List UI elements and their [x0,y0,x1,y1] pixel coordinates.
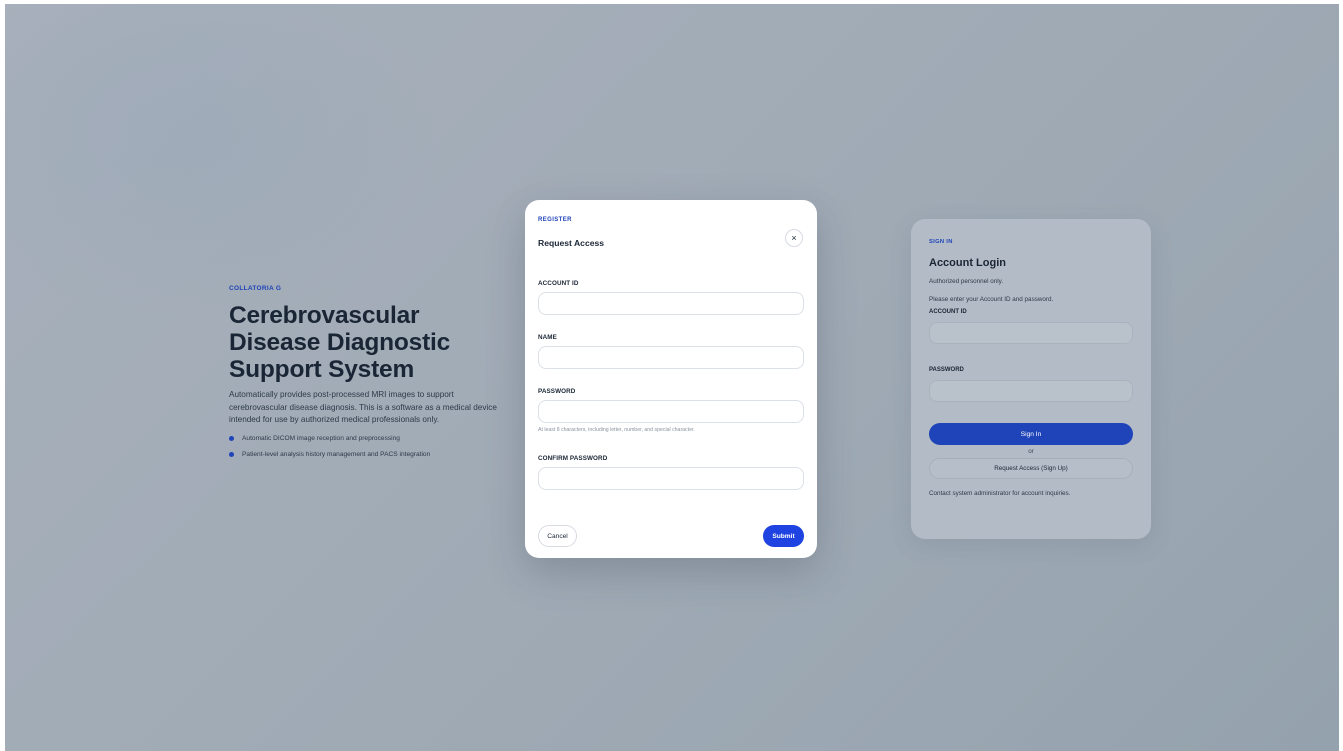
name-label: NAME [538,334,557,341]
password-input[interactable] [538,400,804,423]
modal-title: Request Access [538,238,605,248]
field-account-id: ACCOUNT ID [538,280,804,315]
hero-title: Cerebrovascular Disease Diagnostic Suppo… [229,302,451,383]
login-password-label: PASSWORD [929,367,964,373]
password-help-text: At least 8 characters, including letter,… [538,427,695,433]
modal-kicker: REGISTER [538,217,572,223]
account-id-label: ACCOUNT ID [538,280,579,287]
login-account-label: ACCOUNT ID [929,309,967,315]
submit-button[interactable]: Submit [763,525,804,547]
request-access-button[interactable]: Request Access (Sign Up) [929,458,1133,479]
field-name: NAME [538,334,804,369]
login-title: Account Login [929,257,1006,269]
close-icon[interactable]: × [785,229,803,247]
feature-text: Automatic DICOM image reception and prep… [242,434,400,442]
feature-item: Automatic DICOM image reception and prep… [229,435,499,442]
feature-text: Patient-level analysis history managemen… [242,450,431,458]
field-confirm-password: CONFIRM PASSWORD [538,455,804,490]
login-instruction: Please enter your Account ID and passwor… [929,296,1054,303]
login-account-input[interactable] [929,322,1133,344]
cancel-button[interactable]: Cancel [538,525,577,547]
bullet-dot-icon [229,451,234,457]
bullet-dot-icon [229,435,234,441]
register-modal: REGISTER Request Access × ACCOUNT ID NAM… [525,200,817,558]
login-card: SIGN IN Account Login Authorized personn… [911,219,1151,539]
login-note: Authorized personnel only. [929,278,1004,285]
hero-description: Automatically provides post-processed MR… [229,390,497,424]
password-label: PASSWORD [538,388,576,395]
product-name: COLLATORIA G [229,285,282,292]
login-password-input[interactable] [929,380,1133,402]
feature-item: Patient-level analysis history managemen… [229,451,499,458]
sign-in-button[interactable]: Sign In [929,423,1133,445]
account-id-input[interactable] [538,292,804,315]
login-footer-note: Contact system administrator for account… [929,490,1071,497]
confirm-password-label: CONFIRM PASSWORD [538,455,608,462]
login-kicker: SIGN IN [929,239,953,245]
hero-section: COLLATORIA G Cerebrovascular Disease Dia… [229,285,499,467]
name-input[interactable] [538,346,804,369]
or-divider: or [1028,448,1034,455]
confirm-password-input[interactable] [538,467,804,490]
field-password: PASSWORD At least 8 characters, includin… [538,388,804,433]
feature-list: Automatic DICOM image reception and prep… [229,435,499,458]
